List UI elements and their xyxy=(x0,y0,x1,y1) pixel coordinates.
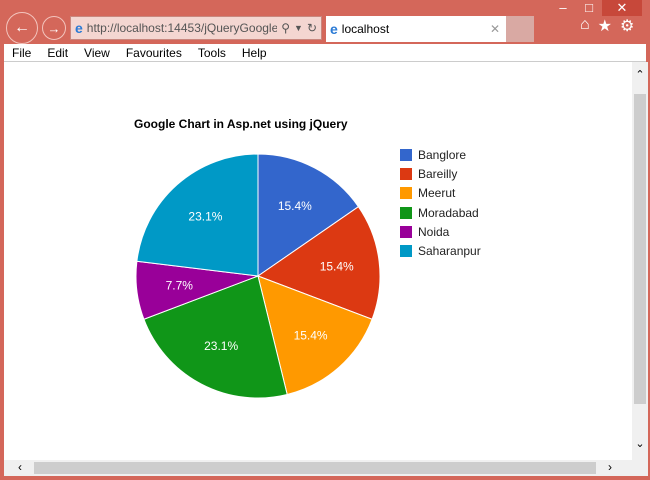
scroll-thumb-horizontal[interactable] xyxy=(34,462,596,474)
menu-favourites[interactable]: Favourites xyxy=(118,46,190,60)
slice-label: 15.4% xyxy=(294,328,328,342)
chart-legend: Banglore Bareilly Meerut Moradabad Noida Saha… xyxy=(400,145,481,261)
scroll-right-arrow[interactable]: › xyxy=(608,460,612,474)
address-text: http://localhost:14453/jQueryGoogle xyxy=(86,21,278,35)
gear-icon[interactable]: ⚙ xyxy=(620,16,634,36)
window-controls: – □ ✕ xyxy=(550,0,642,16)
vertical-scrollbar[interactable]: ⌃ ⌄ xyxy=(632,62,648,460)
scroll-up-arrow[interactable]: ⌃ xyxy=(632,68,648,81)
toolbar-icons: ⌂ ★ ⚙ xyxy=(580,16,634,36)
legend-label: Noida xyxy=(418,224,450,239)
legend-label: Banglore xyxy=(418,147,467,162)
slice-label: 23.1% xyxy=(204,339,238,353)
refresh-icon[interactable]: ↻ xyxy=(307,21,321,35)
page-content: Google Chart in Asp.net using jQuery 15.… xyxy=(4,62,632,460)
legend-item[interactable]: Noida xyxy=(400,222,481,241)
menu-view[interactable]: View xyxy=(76,46,118,60)
ie-icon: e xyxy=(75,20,83,36)
legend-item[interactable]: Meerut xyxy=(400,184,481,203)
menu-edit[interactable]: Edit xyxy=(39,46,76,60)
address-bar[interactable]: e http://localhost:14453/jQueryGoogle ⚲ … xyxy=(70,16,322,40)
home-icon[interactable]: ⌂ xyxy=(580,16,590,36)
close-tab-icon[interactable]: ✕ xyxy=(490,22,506,36)
slice-label: 23.1% xyxy=(188,210,222,224)
menu-tools[interactable]: Tools xyxy=(190,46,234,60)
back-button[interactable]: ← xyxy=(6,12,38,44)
menu-help[interactable]: Help xyxy=(234,46,275,60)
legend-label: Saharanpur xyxy=(418,244,481,259)
dropdown-icon[interactable]: ▼ xyxy=(294,23,303,33)
legend-swatch xyxy=(400,206,412,219)
legend-swatch xyxy=(400,167,412,180)
legend-item[interactable]: Bareilly xyxy=(400,164,481,183)
legend-swatch xyxy=(400,148,412,161)
tab-localhost[interactable]: e localhost ✕ xyxy=(326,16,506,42)
horizontal-scrollbar[interactable]: ‹ › xyxy=(4,460,648,476)
new-tab-button[interactable] xyxy=(506,16,534,42)
close-button[interactable]: ✕ xyxy=(602,0,642,16)
pie-chart: 15.4% 15.4% 15.4% 23.1% 7.7% 23.1% xyxy=(135,153,381,399)
menu-bar: File Edit View Favourites Tools Help xyxy=(4,44,646,62)
tab-title: localhost xyxy=(341,22,390,36)
minimize-button[interactable]: – xyxy=(550,0,576,16)
menu-file[interactable]: File xyxy=(4,46,39,60)
legend-item[interactable]: Moradabad xyxy=(400,203,481,222)
favorites-star-icon[interactable]: ★ xyxy=(598,16,612,36)
slice-label: 15.4% xyxy=(320,259,354,273)
slice-label: 15.4% xyxy=(278,199,312,213)
search-icon[interactable]: ⚲ xyxy=(281,21,290,35)
scroll-left-arrow[interactable]: ‹ xyxy=(18,460,22,474)
legend-item[interactable]: Banglore xyxy=(400,145,481,164)
ie-icon: e xyxy=(330,21,338,37)
scroll-down-arrow[interactable]: ⌄ xyxy=(632,437,648,450)
scroll-thumb[interactable] xyxy=(634,94,646,404)
legend-swatch xyxy=(400,245,412,258)
legend-label: Bareilly xyxy=(418,166,458,181)
forward-button[interactable]: → xyxy=(42,16,66,40)
legend-label: Moradabad xyxy=(418,205,479,220)
slice-label: 7.7% xyxy=(166,279,194,293)
maximize-button[interactable]: □ xyxy=(576,0,602,16)
legend-item[interactable]: Saharanpur xyxy=(400,241,481,260)
legend-label: Meerut xyxy=(418,186,456,201)
legend-swatch xyxy=(400,187,412,200)
legend-swatch xyxy=(400,225,412,238)
